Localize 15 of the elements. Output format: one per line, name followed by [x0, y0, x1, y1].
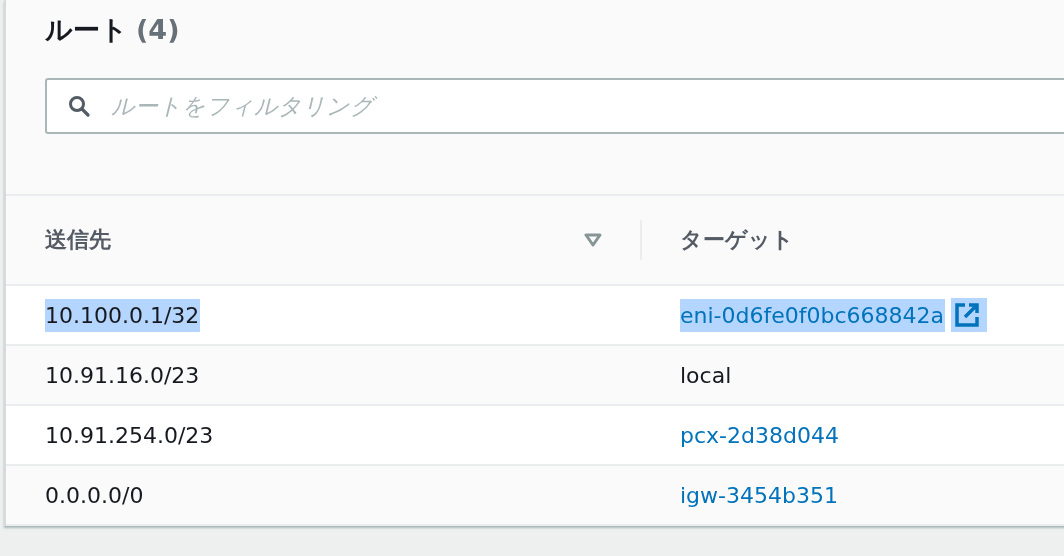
target-cell-text: local	[680, 361, 733, 390]
destination-cell-text: 10.91.254.0/23	[45, 421, 215, 450]
search-field[interactable]: ルートをフィルタリング	[45, 78, 1064, 134]
destination-cell-text: 10.91.16.0/23	[45, 361, 201, 390]
panel-title: ルート	[45, 13, 128, 47]
external-link-icon[interactable]	[951, 298, 988, 332]
column-header[interactable]: 送信先	[45, 225, 111, 255]
target-link[interactable]: eni-0d6fe0f0bc668842a	[680, 298, 946, 332]
destination-cell-text: 0.0.0.0/0	[45, 481, 145, 510]
target-link[interactable]: igw-3454b351	[680, 478, 839, 512]
target-link[interactable]: pcx-2d38d044	[680, 418, 840, 452]
sort-icon[interactable]	[584, 233, 602, 247]
destination-cell: 10.100.0.1/32	[45, 298, 201, 332]
column-header[interactable]: ターゲット	[680, 225, 794, 255]
route-count: (4)	[136, 14, 180, 45]
